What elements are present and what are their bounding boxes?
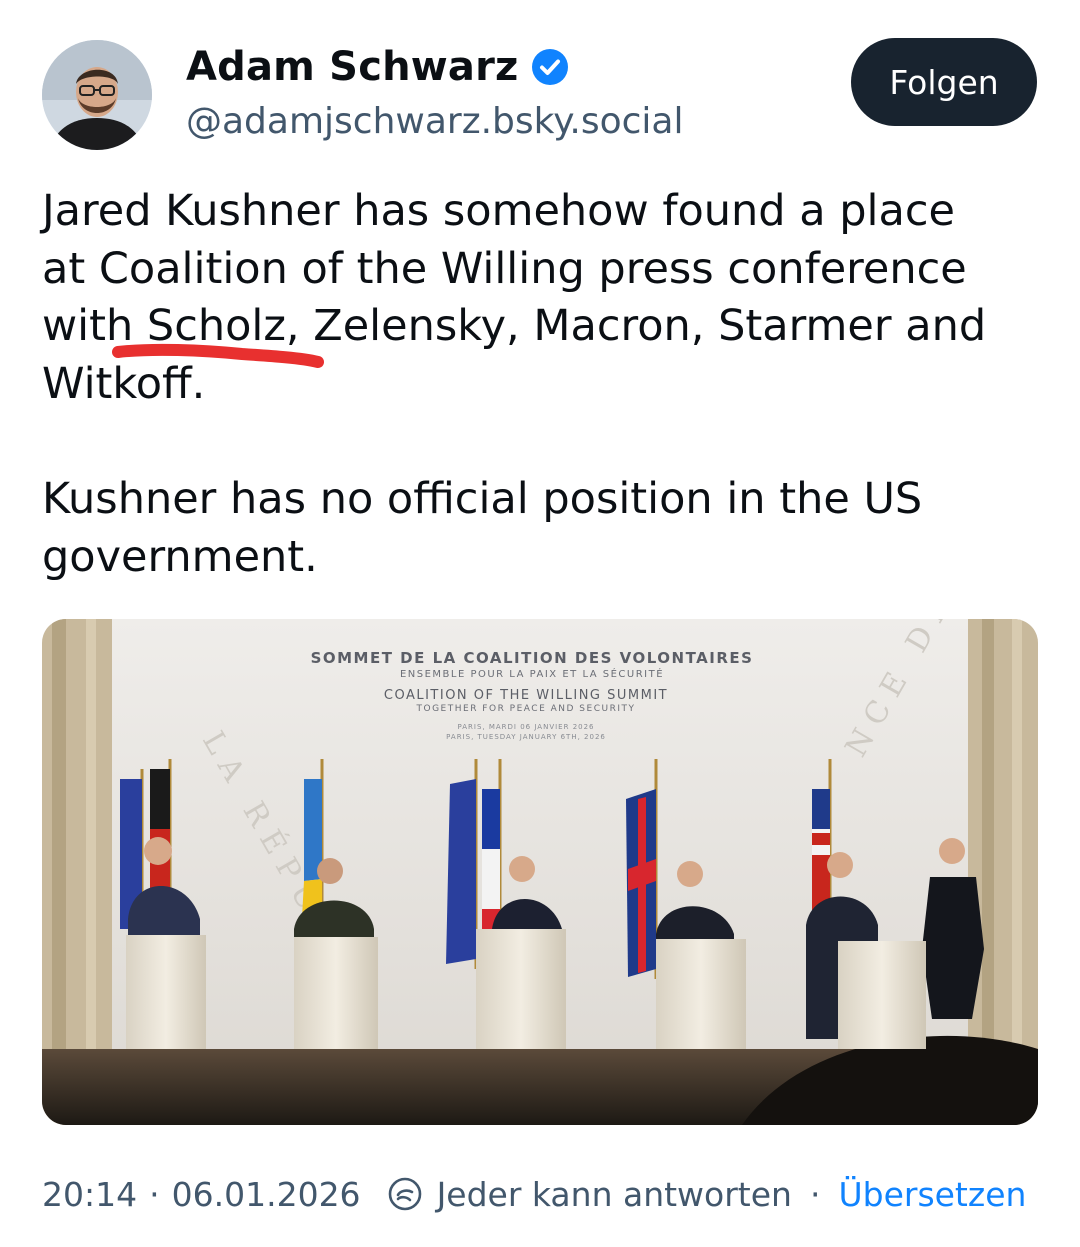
- author-avatar[interactable]: [42, 40, 152, 150]
- post-time: 20:14: [42, 1174, 138, 1214]
- author-name[interactable]: Adam Schwarz: [186, 44, 569, 90]
- banner-line-2: ENSEMBLE POUR LA PAIX ET LA SÉCURITÉ: [400, 667, 664, 680]
- banner-line-6: PARIS, TUESDAY JANUARY 6TH, 2026: [446, 733, 606, 741]
- post-text-line: Jared Kushner has somehow found a place: [42, 186, 955, 236]
- avatar-image: [42, 40, 152, 150]
- reply-restriction-icon: [388, 1177, 421, 1211]
- banner-line-3: COALITION OF THE WILLING SUMMIT: [384, 688, 668, 703]
- post-image[interactable]: SOMMET DE LA COALITION DES VOLONTAIRES E…: [42, 619, 1038, 1125]
- reply-setting-label[interactable]: Jeder kann antworten: [437, 1175, 792, 1214]
- meta-separator: ·: [149, 1174, 160, 1214]
- author-name-text: Adam Schwarz: [186, 44, 519, 90]
- post-text-line: Witkoff.: [42, 358, 206, 409]
- post-text-line: government.: [42, 531, 318, 582]
- post-text-line: with Scholz, Zelensky, Macron, Starmer a…: [42, 301, 987, 351]
- banner-line-1: SOMMET DE LA COALITION DES VOLONTAIRES: [311, 649, 754, 667]
- post-text-line: at Coalition of the Willing press confer…: [42, 243, 967, 294]
- post-meta: 20:14 · 06.01.2026 Jeder kann antworten …: [42, 1172, 1026, 1216]
- banner-line-5: PARIS, MARDI 06 JANVIER 2026: [457, 723, 594, 731]
- post-date: 06.01.2026: [171, 1174, 361, 1214]
- post-body: Jared Kushner has somehow found a place …: [42, 183, 1042, 586]
- translate-link[interactable]: Übersetzen: [838, 1175, 1026, 1214]
- press-conference-photo: SOMMET DE LA COALITION DES VOLONTAIRES E…: [42, 619, 1038, 1125]
- follow-button[interactable]: Folgen: [851, 38, 1037, 126]
- post-text-line: Kushner has no official position in the …: [42, 474, 923, 524]
- author-handle[interactable]: @adamjschwarz.bsky.social: [186, 101, 683, 142]
- verified-badge-icon: [531, 49, 568, 85]
- meta-separator: ·: [809, 1174, 821, 1214]
- post-view: Adam Schwarz @adamjschwarz.bsky.social F…: [0, 0, 1080, 1247]
- banner-line-4: TOGETHER FOR PEACE AND SECURITY: [416, 704, 636, 714]
